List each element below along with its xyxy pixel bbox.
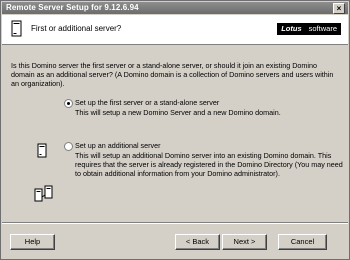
wizard-content: Is this Domino server the first server o… [2,45,348,235]
page-title: First or additional server? [31,24,122,33]
document-icon [11,20,22,37]
logo-brand: Lotus [277,23,306,35]
option-first-server-description: This will setup a new Domino Server and … [75,108,281,117]
title-bar[interactable]: Remote Server Setup for 9.12.6.94 × [2,2,348,14]
intro-text: Is this Domino server the first server o… [11,61,334,88]
lotus-software-logo: Lotus software [277,23,341,35]
radio-first-server[interactable] [64,99,73,108]
single-server-icon [37,143,47,158]
logo-suffix: software [305,23,341,35]
button-separator [2,222,348,224]
back-button[interactable]: < Back [175,234,220,250]
option-additional-server-description: This will setup an additional Domino ser… [75,151,343,178]
multi-server-icon [34,185,53,202]
radio-additional-server[interactable] [64,142,73,151]
setup-dialog-window: Remote Server Setup for 9.12.6.94 × Firs… [0,0,350,260]
option-additional-server-label[interactable]: Set up an additional server [75,141,161,150]
help-button[interactable]: Help [10,234,55,250]
cancel-button[interactable]: Cancel [278,234,327,250]
close-button[interactable]: × [333,3,345,14]
next-button[interactable]: Next > [222,234,267,250]
option-first-server-label[interactable]: Set up the first server or a stand-alone… [75,98,219,107]
window-title: Remote Server Setup for 9.12.6.94 [6,3,139,12]
wizard-header: First or additional server? Lotus softwa… [2,15,348,45]
